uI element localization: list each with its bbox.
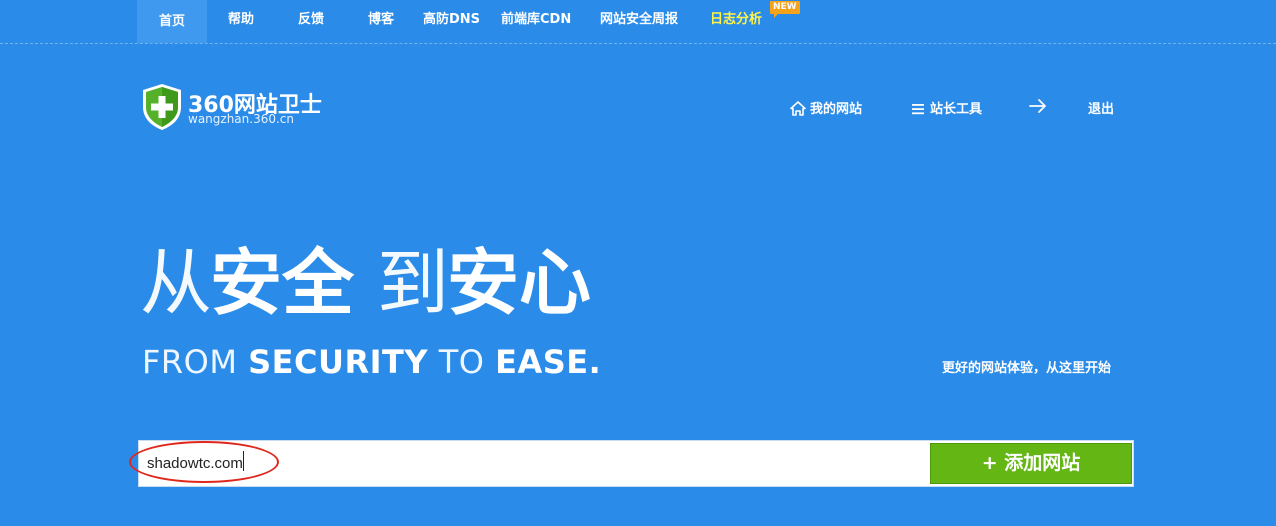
nav-my-sites[interactable]: 我的网站	[790, 98, 862, 118]
hero-english-slogan: FROM SECURITY TO EASE.	[142, 342, 601, 382]
hero-en-security: SECURITY	[248, 343, 429, 381]
home-icon	[790, 101, 806, 116]
nav-webmaster-tools[interactable]: 站长工具	[910, 98, 982, 118]
logo-subtitle: wangzhan.360.cn	[188, 112, 294, 126]
topnav-item-cdn[interactable]: 前端库CDN	[501, 0, 571, 43]
topnav-item-dns[interactable]: 高防DNS	[423, 0, 480, 43]
add-site-button[interactable]: + 添加网站	[930, 443, 1132, 484]
new-badge: NEW	[770, 1, 800, 18]
topnav-item-help[interactable]: 帮助	[228, 0, 254, 43]
nav-my-sites-label: 我的网站	[810, 102, 863, 117]
topnav-item-blog[interactable]: 博客	[368, 0, 394, 43]
hero-cn-to: 到	[376, 241, 449, 325]
hero-en-to: TO	[438, 343, 485, 381]
hero-en-from: FROM	[142, 343, 238, 381]
topnav-item-home[interactable]: 首页	[137, 0, 207, 43]
arrow-right-icon	[1029, 99, 1046, 113]
shield-logo-icon	[143, 84, 181, 130]
hero-en-ease: EASE.	[495, 343, 602, 381]
hero-tagline: 更好的网站体验，从这里开始	[942, 361, 1112, 376]
add-site-form: + 添加网站	[138, 440, 1134, 487]
topnav-item-security-report[interactable]: 网站安全周报	[600, 0, 678, 43]
text-caret	[243, 451, 244, 471]
topnav-item-feedback[interactable]: 反馈	[298, 0, 324, 43]
hero-cn-security: 安全	[210, 241, 355, 325]
hero-cn-from: 从	[140, 241, 212, 325]
nav-logout[interactable]: 退出	[1088, 98, 1114, 118]
menu-icon	[912, 104, 924, 115]
hero-chinese-slogan: 从安全 到安心	[140, 238, 591, 328]
hero-cn-ease: 安心	[446, 241, 591, 325]
nav-logout-arrow[interactable]	[1028, 98, 1052, 118]
topnav-item-log-analysis[interactable]: 日志分析	[710, 0, 762, 43]
nav-webmaster-tools-label: 站长工具	[930, 102, 983, 117]
site-domain-input[interactable]	[139, 441, 929, 486]
top-navigation: 首页 帮助 反馈 博客 高防DNS 前端库CDN 网站安全周报 日志分析 NEW	[0, 0, 1276, 44]
